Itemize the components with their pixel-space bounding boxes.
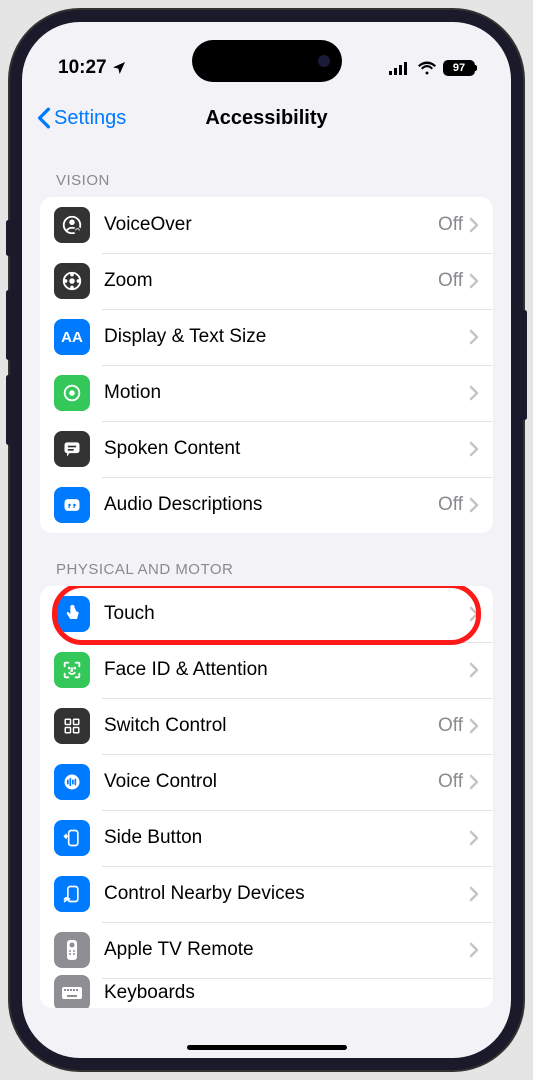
chevron-right-icon bbox=[469, 329, 479, 345]
row-label: VoiceOver bbox=[90, 214, 438, 236]
row-label: Face ID & Attention bbox=[90, 659, 463, 681]
row-apple-tv-remote[interactable]: Apple TV Remote bbox=[40, 922, 493, 978]
row-label: Apple TV Remote bbox=[90, 939, 463, 961]
apple-tv-remote-icon bbox=[54, 932, 90, 968]
chevron-right-icon bbox=[469, 385, 479, 401]
cellular-icon bbox=[389, 61, 411, 75]
chevron-right-icon bbox=[469, 662, 479, 678]
row-audio-descriptions[interactable]: Audio Descriptions Off bbox=[40, 477, 493, 533]
display-text-icon: AA bbox=[54, 319, 90, 355]
chevron-right-icon bbox=[469, 497, 479, 513]
navigation-bar: Settings Accessibility bbox=[22, 92, 511, 144]
row-label: Touch bbox=[90, 603, 463, 625]
row-label: Spoken Content bbox=[90, 438, 463, 460]
motion-icon bbox=[54, 375, 90, 411]
nearby-devices-icon bbox=[54, 876, 90, 912]
spoken-content-icon bbox=[54, 431, 90, 467]
keyboards-icon bbox=[54, 975, 90, 1008]
section-header-motor: PHYSICAL AND MOTOR bbox=[22, 533, 511, 586]
row-touch[interactable]: Touch bbox=[40, 586, 493, 642]
status-time: 10:27 bbox=[58, 57, 107, 79]
battery-icon: 97 bbox=[443, 60, 475, 76]
chevron-right-icon bbox=[469, 718, 479, 734]
row-spoken-content[interactable]: Spoken Content bbox=[40, 421, 493, 477]
row-zoom[interactable]: Zoom Off bbox=[40, 253, 493, 309]
row-label: Switch Control bbox=[90, 715, 438, 737]
row-label: Display & Text Size bbox=[90, 326, 463, 348]
home-indicator[interactable] bbox=[187, 1045, 347, 1050]
row-voice-control[interactable]: Voice Control Off bbox=[40, 754, 493, 810]
row-label: Motion bbox=[90, 382, 463, 404]
chevron-right-icon bbox=[469, 217, 479, 233]
side-button-icon bbox=[54, 820, 90, 856]
zoom-icon bbox=[54, 263, 90, 299]
back-label: Settings bbox=[54, 107, 126, 130]
row-label: Keyboards bbox=[90, 982, 479, 1004]
audio-descriptions-icon bbox=[54, 487, 90, 523]
row-motion[interactable]: Motion bbox=[40, 365, 493, 421]
row-voiceover[interactable]: VoiceOver Off bbox=[40, 197, 493, 253]
list-group-motor: Touch Face ID & Attention Sw bbox=[40, 586, 493, 1008]
section-header-vision: VISION bbox=[22, 144, 511, 197]
row-faceid[interactable]: Face ID & Attention bbox=[40, 642, 493, 698]
row-value: Off bbox=[438, 214, 469, 236]
dynamic-island bbox=[192, 40, 342, 82]
row-switch-control[interactable]: Switch Control Off bbox=[40, 698, 493, 754]
chevron-right-icon bbox=[469, 273, 479, 289]
switch-control-icon bbox=[54, 708, 90, 744]
chevron-left-icon bbox=[36, 107, 52, 129]
chevron-right-icon bbox=[469, 942, 479, 958]
row-value: Off bbox=[438, 494, 469, 516]
row-side-button[interactable]: Side Button bbox=[40, 810, 493, 866]
row-label: Side Button bbox=[90, 827, 463, 849]
row-label: Control Nearby Devices bbox=[90, 883, 463, 905]
row-value: Off bbox=[438, 771, 469, 793]
voiceover-icon bbox=[54, 207, 90, 243]
row-value: Off bbox=[438, 270, 469, 292]
list-group-vision: VoiceOver Off Zoom Off AA Display & Text… bbox=[40, 197, 493, 533]
touch-icon bbox=[54, 596, 90, 632]
row-label: Voice Control bbox=[90, 771, 438, 793]
voice-control-icon bbox=[54, 764, 90, 800]
row-label: Audio Descriptions bbox=[90, 494, 438, 516]
chevron-right-icon bbox=[469, 830, 479, 846]
row-display-text-size[interactable]: AA Display & Text Size bbox=[40, 309, 493, 365]
chevron-right-icon bbox=[469, 774, 479, 790]
chevron-right-icon bbox=[469, 441, 479, 457]
battery-percent: 97 bbox=[453, 62, 465, 74]
row-value: Off bbox=[438, 715, 469, 737]
back-button[interactable]: Settings bbox=[36, 107, 126, 130]
chevron-right-icon bbox=[469, 606, 479, 622]
chevron-right-icon bbox=[469, 886, 479, 902]
faceid-icon bbox=[54, 652, 90, 688]
row-label: Zoom bbox=[90, 270, 438, 292]
location-icon bbox=[111, 60, 127, 76]
row-keyboards[interactable]: Keyboards bbox=[40, 978, 493, 1008]
wifi-icon bbox=[417, 61, 437, 75]
row-nearby-devices[interactable]: Control Nearby Devices bbox=[40, 866, 493, 922]
